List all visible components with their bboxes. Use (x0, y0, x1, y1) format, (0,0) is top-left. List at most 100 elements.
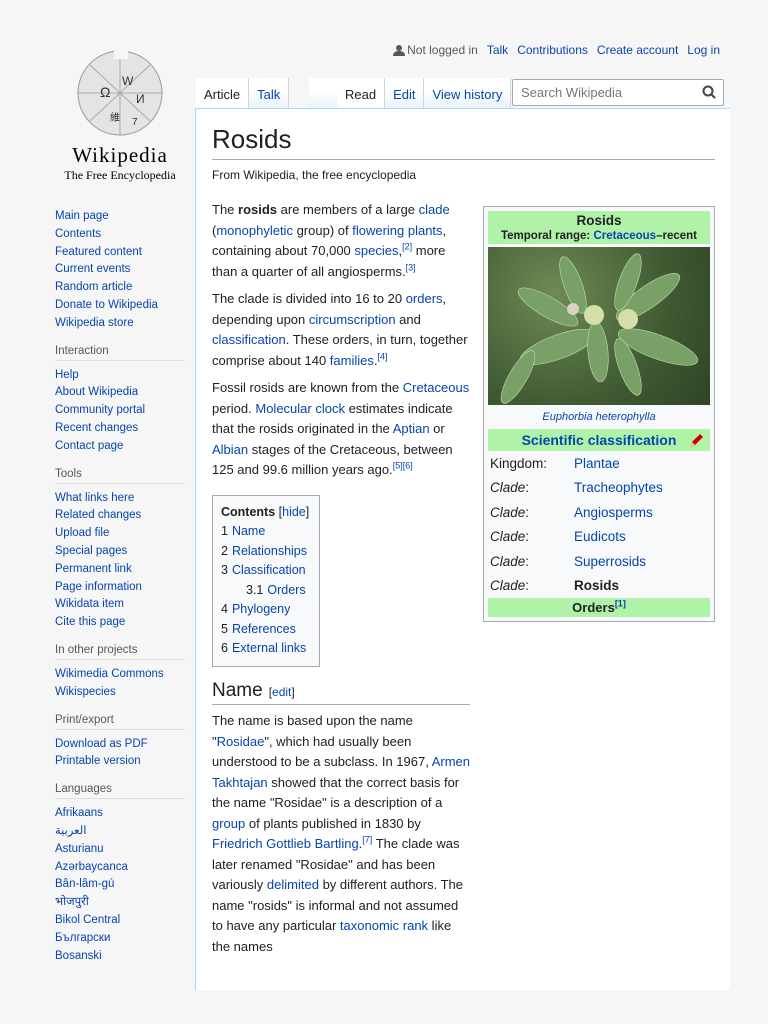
log-in-link[interactable]: Log in (687, 43, 720, 57)
taxon-tracheophytes[interactable]: Tracheophytes (574, 480, 663, 495)
toc-item[interactable]: 3 Classification (221, 561, 311, 581)
toc-item[interactable]: 2 Relationships (221, 542, 311, 562)
sidebar-item-related-changes[interactable]: Related changes (55, 507, 185, 525)
citation-ref[interactable]: [7] (362, 835, 372, 845)
article-link[interactable]: group (212, 816, 245, 831)
sidebar-item-cite-this-page[interactable]: Cite this page (55, 614, 185, 632)
toc-link-relationships[interactable]: Relationships (232, 544, 307, 558)
sidebar-item-contact-page[interactable]: Contact page (55, 438, 185, 456)
sidebar-item-wikimedia-commons[interactable]: Wikimedia Commons (55, 666, 185, 684)
article-link[interactable]: circumscription (309, 312, 396, 327)
sidebar-item-az-rbaycanca[interactable]: Azərbaycanca (55, 859, 185, 877)
taxon-eudicots[interactable]: Eudicots (574, 529, 626, 544)
toc-item[interactable]: 1 Name (221, 522, 311, 542)
edit-section-link[interactable]: edit (272, 685, 291, 699)
article-link[interactable]: Friedrich Gottlieb Bartling (212, 836, 359, 851)
sidebar-item-current-events[interactable]: Current events (55, 261, 185, 279)
citation-link[interactable]: [5][6] (393, 461, 413, 471)
toc-item[interactable]: 4 Phylogeny (221, 600, 311, 620)
sidebar-item-recent-changes[interactable]: Recent changes (55, 420, 185, 438)
toc-link-phylogeny[interactable]: Phylogeny (232, 602, 290, 616)
taxon-plantae[interactable]: Plantae (574, 456, 620, 471)
svg-text:維: 維 (110, 111, 120, 124)
sidebar-item-contents[interactable]: Contents (55, 226, 185, 244)
article-link[interactable]: taxonomic rank (340, 918, 428, 933)
sidebar-item-upload-file[interactable]: Upload file (55, 525, 185, 543)
cretaceous-link[interactable]: Cretaceous (593, 230, 656, 242)
sidebar-item-bikol-central[interactable]: Bikol Central (55, 912, 185, 930)
sidebar-item-page-information[interactable]: Page information (55, 579, 185, 597)
sidebar-item-special-pages[interactable]: Special pages (55, 543, 185, 561)
search-icon[interactable] (702, 85, 716, 99)
citation-ref[interactable]: [5][6] (393, 461, 413, 471)
sidebar-item-bosanski[interactable]: Bosanski (55, 948, 185, 966)
sidebar-item-afrikaans[interactable]: Afrikaans (55, 805, 185, 823)
article-link[interactable]: Molecular clock (255, 401, 345, 416)
sidebar-item-permanent-link[interactable]: Permanent link (55, 561, 185, 579)
wikipedia-logo[interactable]: ΩWИ 維 7 Wikipedia The Free Encyclopedia (55, 45, 185, 185)
article-link[interactable]: monophyletic (216, 223, 293, 238)
tab-edit[interactable]: Edit (385, 78, 425, 108)
sidebar-item-item-7[interactable]: Български (55, 930, 185, 948)
orders-ref[interactable]: [1] (615, 599, 626, 609)
article-link[interactable]: delimited (267, 877, 319, 892)
sidebar-item-asturianu[interactable]: Asturianu (55, 841, 185, 859)
citation-ref[interactable]: [2] (402, 242, 412, 252)
toc-item[interactable]: 6 External links (221, 639, 311, 659)
sidebar-item-help[interactable]: Help (55, 367, 185, 385)
article-link[interactable]: Aptian (393, 421, 430, 436)
search-input[interactable]: Search Wikipedia (512, 79, 724, 106)
toc-link-classification[interactable]: Classification (232, 563, 306, 577)
toc-link-orders[interactable]: Orders (267, 583, 305, 597)
citation-link[interactable]: [4] (378, 351, 388, 361)
tab-read[interactable]: Read (337, 78, 386, 108)
sidebar-item-what-links-here[interactable]: What links here (55, 490, 185, 508)
citation-link[interactable]: [2] (402, 242, 412, 252)
article-link[interactable]: clade (419, 202, 450, 217)
sidebar-item-main-page[interactable]: Main page (55, 208, 185, 226)
article-link[interactable]: Rosidae (217, 734, 265, 749)
toc-item[interactable]: 5 References (221, 620, 311, 640)
toc-item[interactable]: 3.1 Orders (221, 581, 311, 601)
image-caption[interactable]: Euphorbia heterophylla (488, 405, 710, 429)
article-link[interactable]: families (330, 353, 374, 368)
sidebar-item-wikipedia-store[interactable]: Wikipedia store (55, 315, 185, 333)
citation-link[interactable]: [3] (406, 262, 416, 272)
toc-link-name[interactable]: Name (232, 524, 265, 538)
sidebar-item-wikispecies[interactable]: Wikispecies (55, 684, 185, 702)
article-link[interactable]: flowering plants (352, 223, 442, 238)
citation-ref[interactable]: [4] (378, 351, 388, 361)
taxon-superrosids[interactable]: Superrosids (574, 554, 646, 569)
tab-view-history[interactable]: View history (424, 78, 512, 108)
sidebar-item-community-portal[interactable]: Community portal (55, 402, 185, 420)
article-link[interactable]: species (354, 243, 398, 258)
sidebar-item-featured-content[interactable]: Featured content (55, 244, 185, 262)
edit-pencil-icon[interactable] (688, 433, 704, 449)
sidebar-item-random-article[interactable]: Random article (55, 279, 185, 297)
sidebar-item-item-1[interactable]: العربية (55, 823, 185, 841)
sidebar-item-download-as-pdf[interactable]: Download as PDF (55, 736, 185, 754)
article-link[interactable]: classification (212, 332, 286, 347)
tab-article[interactable]: Article (196, 78, 250, 108)
sidebar-item-printable-version[interactable]: Printable version (55, 753, 185, 771)
toc-link-external-links[interactable]: External links (232, 641, 306, 655)
taxon-angiosperms[interactable]: Angiosperms (574, 505, 653, 520)
citation-ref[interactable]: [3] (406, 262, 416, 272)
contributions-link[interactable]: Contributions (517, 43, 588, 57)
sidebar-item-item-5[interactable]: भोजपुरी (55, 894, 185, 912)
plant-photo[interactable] (488, 247, 710, 405)
text-run: stages of the Cretaceous, between 125 an… (212, 441, 453, 478)
sidebar-item-about-wikipedia[interactable]: About Wikipedia (55, 384, 185, 402)
article-link[interactable]: Albian (212, 442, 248, 457)
sidebar-item-donate-to-wikipedia[interactable]: Donate to Wikipedia (55, 297, 185, 315)
sidebar-item-wikidata-item[interactable]: Wikidata item (55, 596, 185, 614)
article-link[interactable]: Cretaceous (403, 380, 469, 395)
talk-link[interactable]: Talk (487, 43, 508, 57)
citation-link[interactable]: [7] (362, 835, 372, 845)
create-account-link[interactable]: Create account (597, 43, 678, 57)
toc-hide-link[interactable]: hide (282, 505, 306, 519)
tab-talk[interactable]: Talk (249, 78, 290, 108)
article-link[interactable]: orders (406, 291, 443, 306)
toc-link-references[interactable]: References (232, 622, 296, 636)
sidebar-item-b-n-l-m-g[interactable]: Bân-lâm-gú (55, 876, 185, 894)
